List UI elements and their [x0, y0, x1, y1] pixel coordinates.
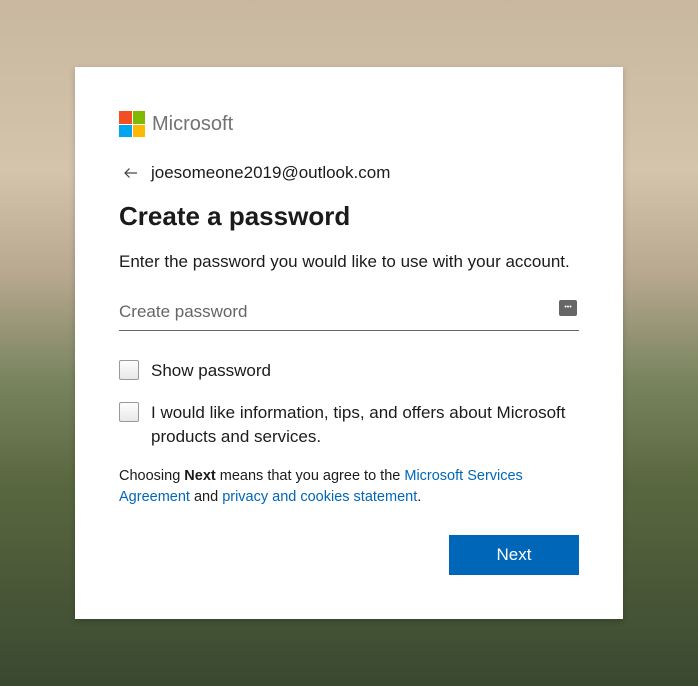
marketing-optin-checkbox[interactable]: [119, 402, 139, 422]
password-field-wrap: [119, 296, 579, 331]
button-row: Next: [119, 535, 579, 575]
page-description: Enter the password you would like to use…: [119, 250, 579, 274]
show-password-row: Show password: [119, 359, 579, 383]
brand-name: Microsoft: [152, 113, 233, 136]
password-input[interactable]: [119, 296, 579, 331]
show-password-label[interactable]: Show password: [151, 359, 271, 383]
privacy-statement-link[interactable]: privacy and cookies statement: [222, 489, 417, 505]
legal-and: and: [190, 489, 222, 505]
legal-text: Choosing Next means that you agree to th…: [119, 466, 579, 507]
legal-prefix: Choosing: [119, 468, 184, 484]
identity-row: joesomeone2019@outlook.com: [119, 161, 579, 185]
identity-email: joesomeone2019@outlook.com: [151, 163, 390, 183]
next-button[interactable]: Next: [449, 535, 579, 575]
legal-suffix: .: [417, 489, 421, 505]
password-manager-icon[interactable]: [559, 300, 577, 316]
brand-row: Microsoft: [119, 111, 579, 137]
legal-bold: Next: [184, 468, 215, 484]
marketing-optin-row: I would like information, tips, and offe…: [119, 401, 579, 449]
signup-card: Microsoft joesomeone2019@outlook.com Cre…: [75, 67, 623, 619]
legal-mid: means that you agree to the: [216, 468, 405, 484]
page-title: Create a password: [119, 201, 579, 232]
marketing-optin-label[interactable]: I would like information, tips, and offe…: [151, 401, 579, 449]
back-arrow-icon[interactable]: [119, 161, 143, 185]
microsoft-logo-icon: [119, 111, 145, 137]
show-password-checkbox[interactable]: [119, 360, 139, 380]
